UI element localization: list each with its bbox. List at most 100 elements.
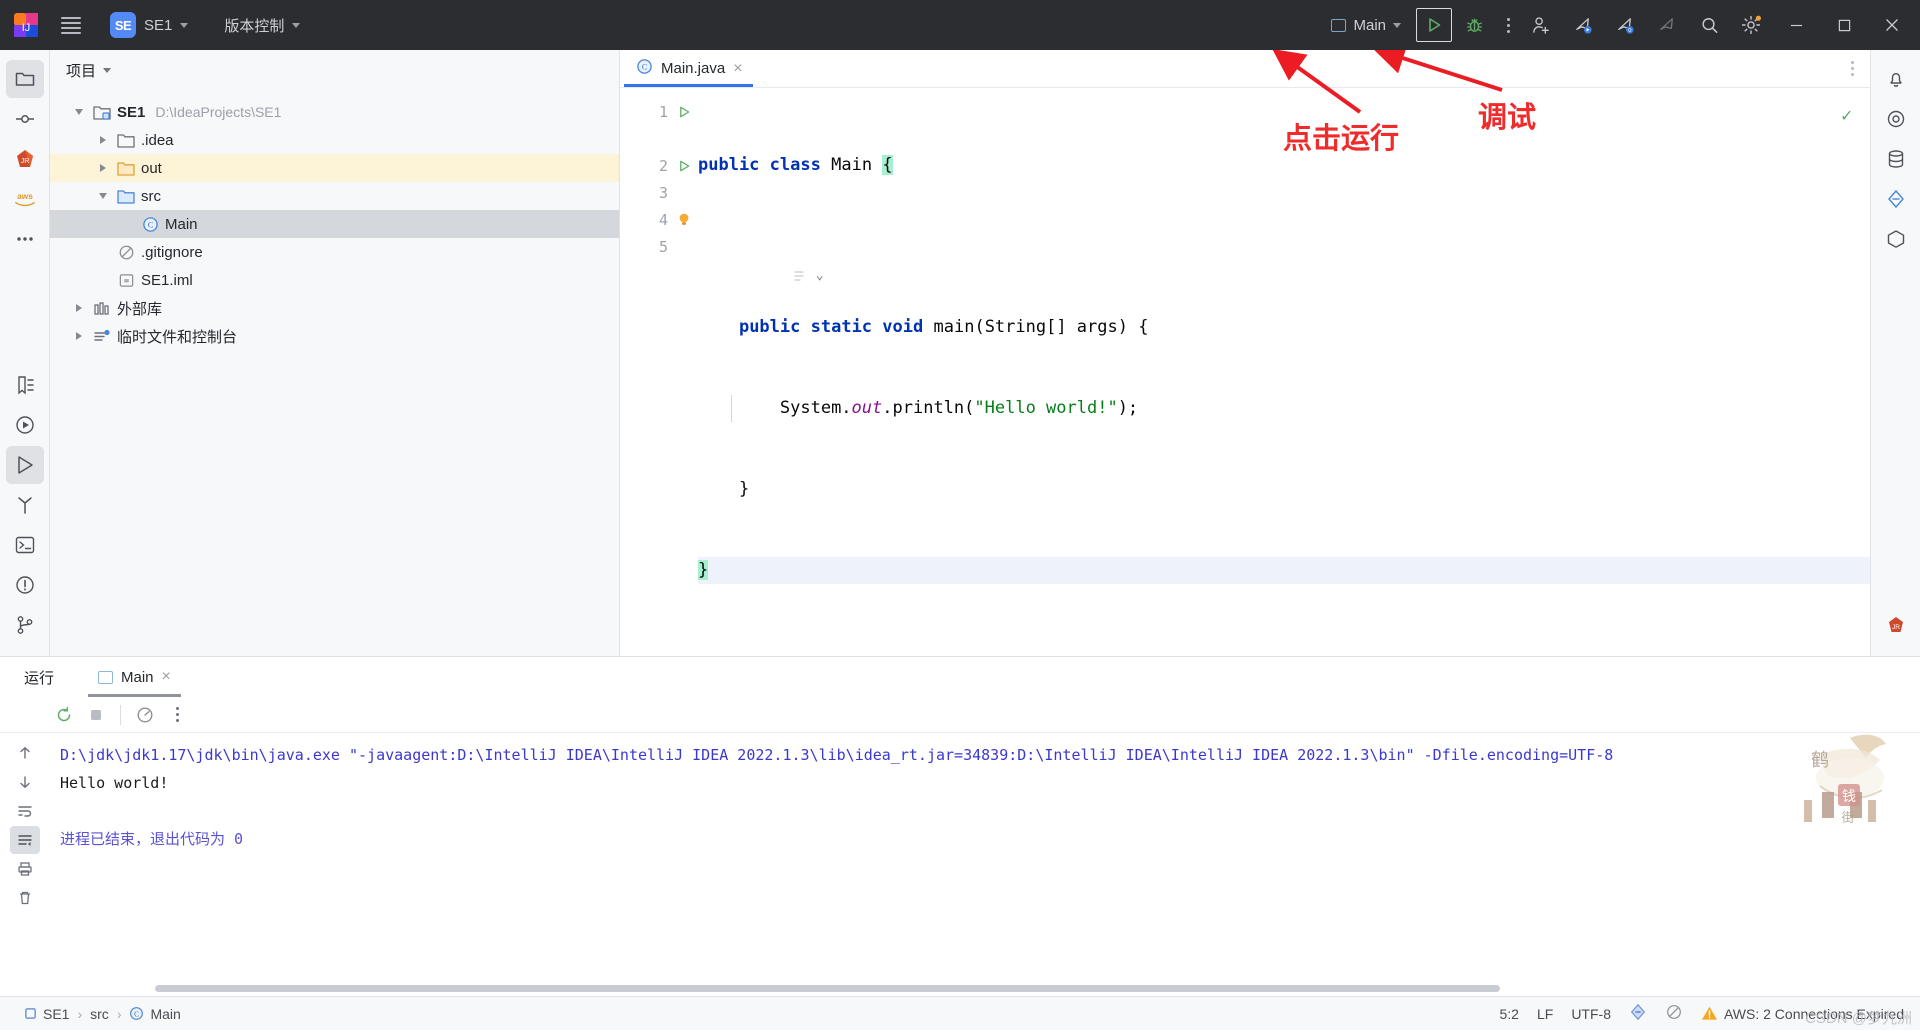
close-icon[interactable]: × xyxy=(162,669,171,685)
editor-more-button[interactable] xyxy=(1851,61,1854,76)
inspection-off-icon[interactable] xyxy=(1665,1003,1683,1024)
rail-tool-button[interactable] xyxy=(6,486,44,524)
code-inlay-hint: ⌄ xyxy=(698,233,1870,283)
maximize-button[interactable] xyxy=(1822,2,1866,48)
file-encoding[interactable]: UTF-8 xyxy=(1571,1006,1611,1022)
main-menu-button[interactable] xyxy=(52,6,90,44)
project-panel-header[interactable]: 项目 xyxy=(50,50,619,90)
keyword-class: class xyxy=(769,155,821,175)
breadcrumb-item-main[interactable]: C Main xyxy=(129,1006,181,1022)
feedback-dim-icon xyxy=(1659,17,1673,30)
scroll-up-button[interactable] xyxy=(10,739,40,767)
wrap-lines-button[interactable] xyxy=(10,797,40,825)
search-button[interactable] xyxy=(1690,6,1728,44)
tree-node-gitignore[interactable]: .gitignore xyxy=(50,238,619,266)
breadcrumb-item-src[interactable]: src xyxy=(90,1006,109,1022)
expand-toggle[interactable] xyxy=(92,136,114,144)
brace-close-method: } xyxy=(738,479,750,499)
settings-button[interactable] xyxy=(1732,6,1770,44)
tree-node-out[interactable]: out xyxy=(50,154,619,182)
titlebar-right-icons: 0 xyxy=(1522,2,1920,48)
rail-maven-button[interactable] xyxy=(1877,180,1915,218)
rail-jetbrains-button[interactable]: JR xyxy=(6,140,44,178)
breadcrumb: SE1 › src › C Main xyxy=(10,1006,181,1022)
brace-close-class: } xyxy=(698,560,709,580)
project-selector[interactable]: SE SE1 xyxy=(102,8,196,42)
add-user-button[interactable] xyxy=(1522,6,1560,44)
git-branch-icon xyxy=(17,616,32,634)
tree-node-src[interactable]: src xyxy=(50,182,619,210)
gutter-run-icon[interactable] xyxy=(676,159,692,173)
inlay-icon[interactable]: ⌄ xyxy=(698,268,824,283)
console-command-line: D:\jdk\jdk1.17\jdk\bin\java.exe "-javaag… xyxy=(60,746,1614,764)
rail-run-button[interactable] xyxy=(6,406,44,444)
code-editor[interactable]: 1 2 3 4 5 public class Main {⌄ public s… xyxy=(620,88,1870,656)
rail-aws-button[interactable]: aws xyxy=(6,180,44,218)
tree-node-se1[interactable]: SE1 D:\IdeaProjects\SE1 xyxy=(50,98,619,126)
rail-more-button[interactable] xyxy=(6,220,44,258)
expand-toggle[interactable] xyxy=(68,332,90,340)
rail-terminal-button[interactable] xyxy=(6,526,44,564)
run-tool-window: 运行 Main × D:\jdk\jdk1.17\jdk\bin\java.ex… xyxy=(0,656,1920,996)
module-folder-icon xyxy=(90,104,114,121)
tree-node-external-libraries[interactable]: 外部库 xyxy=(50,294,619,322)
run-button[interactable] xyxy=(1416,8,1452,42)
expand-toggle[interactable] xyxy=(68,109,90,115)
rail-bookmarks-button[interactable] xyxy=(6,366,44,404)
tree-node-iml[interactable]: SE1.iml xyxy=(50,266,619,294)
vcs-widget[interactable]: 版本控制 xyxy=(216,11,308,40)
rail-git-button[interactable] xyxy=(6,606,44,644)
run-configuration-selector[interactable]: Main xyxy=(1321,12,1411,39)
feedback-button[interactable] xyxy=(1564,6,1602,44)
close-icon[interactable]: × xyxy=(733,60,742,77)
close-button[interactable] xyxy=(1870,2,1914,48)
caret-position[interactable]: 5:2 xyxy=(1500,1006,1519,1022)
clear-console-button[interactable] xyxy=(10,884,40,912)
print-button[interactable] xyxy=(10,855,40,883)
soft-wrap-button[interactable] xyxy=(10,826,40,854)
minimize-button[interactable] xyxy=(1774,2,1818,48)
gutter-run-icon[interactable] xyxy=(676,105,692,119)
console-output[interactable]: D:\jdk\jdk1.17\jdk\bin\java.exe "-javaag… xyxy=(50,733,1920,996)
print-icon xyxy=(18,862,32,876)
rail-database-button[interactable] xyxy=(1877,140,1915,178)
line-separator[interactable]: LF xyxy=(1537,1006,1553,1022)
rail-run-tool-button[interactable] xyxy=(5,446,44,484)
jetbrains-icon: JR xyxy=(16,150,33,167)
rail-plugins-button[interactable] xyxy=(1877,220,1915,258)
rail-problems-button[interactable] xyxy=(6,566,44,604)
feedback-zero-button[interactable]: 0 xyxy=(1606,6,1644,44)
rail-structure-button[interactable] xyxy=(6,100,44,138)
rail-notifications-button[interactable] xyxy=(1877,60,1915,98)
console-horizontal-scrollbar[interactable] xyxy=(155,985,1500,992)
editor-tab-actions xyxy=(1851,50,1870,87)
rerun-button[interactable] xyxy=(50,702,78,728)
expand-toggle[interactable] xyxy=(92,164,114,172)
tree-node-scratches[interactable]: 临时文件和控制台 xyxy=(50,322,619,350)
breadcrumb-item-project[interactable]: SE1 xyxy=(24,1006,69,1022)
expand-toggle[interactable] xyxy=(68,304,90,312)
more-run-options-button[interactable] xyxy=(1495,17,1522,33)
editor-tab-main-java[interactable]: C Main.java × xyxy=(620,50,757,87)
run-more-button[interactable] xyxy=(163,702,191,728)
tree-node-idea[interactable]: .idea xyxy=(50,126,619,154)
rail-ai-button[interactable] xyxy=(1877,100,1915,138)
aws-warning-status[interactable]: AWS: 2 Connections Expired xyxy=(1701,1005,1904,1022)
inspection-status-icon[interactable]: ✓ xyxy=(1841,102,1852,129)
run-tab-main[interactable]: Main × xyxy=(86,657,183,697)
intention-bulb-icon[interactable] xyxy=(676,212,692,227)
stop-button[interactable] xyxy=(82,702,110,728)
feedback-dim-button[interactable] xyxy=(1648,6,1686,44)
chevron-down-icon xyxy=(99,193,107,199)
tree-label: src xyxy=(141,187,161,205)
source-code[interactable]: public class Main { ⌄ public static void… xyxy=(698,88,1870,656)
rail-project-button[interactable] xyxy=(5,60,44,98)
scroll-down-button[interactable] xyxy=(10,768,40,796)
debug-button[interactable] xyxy=(1456,8,1492,42)
coverage-button[interactable] xyxy=(131,702,159,728)
expand-toggle[interactable] xyxy=(92,193,114,199)
indent-icon[interactable] xyxy=(1629,1003,1647,1024)
rail-jetbrains-runtime-button[interactable]: JR xyxy=(1877,606,1915,644)
tree-node-main[interactable]: C Main xyxy=(50,210,619,238)
